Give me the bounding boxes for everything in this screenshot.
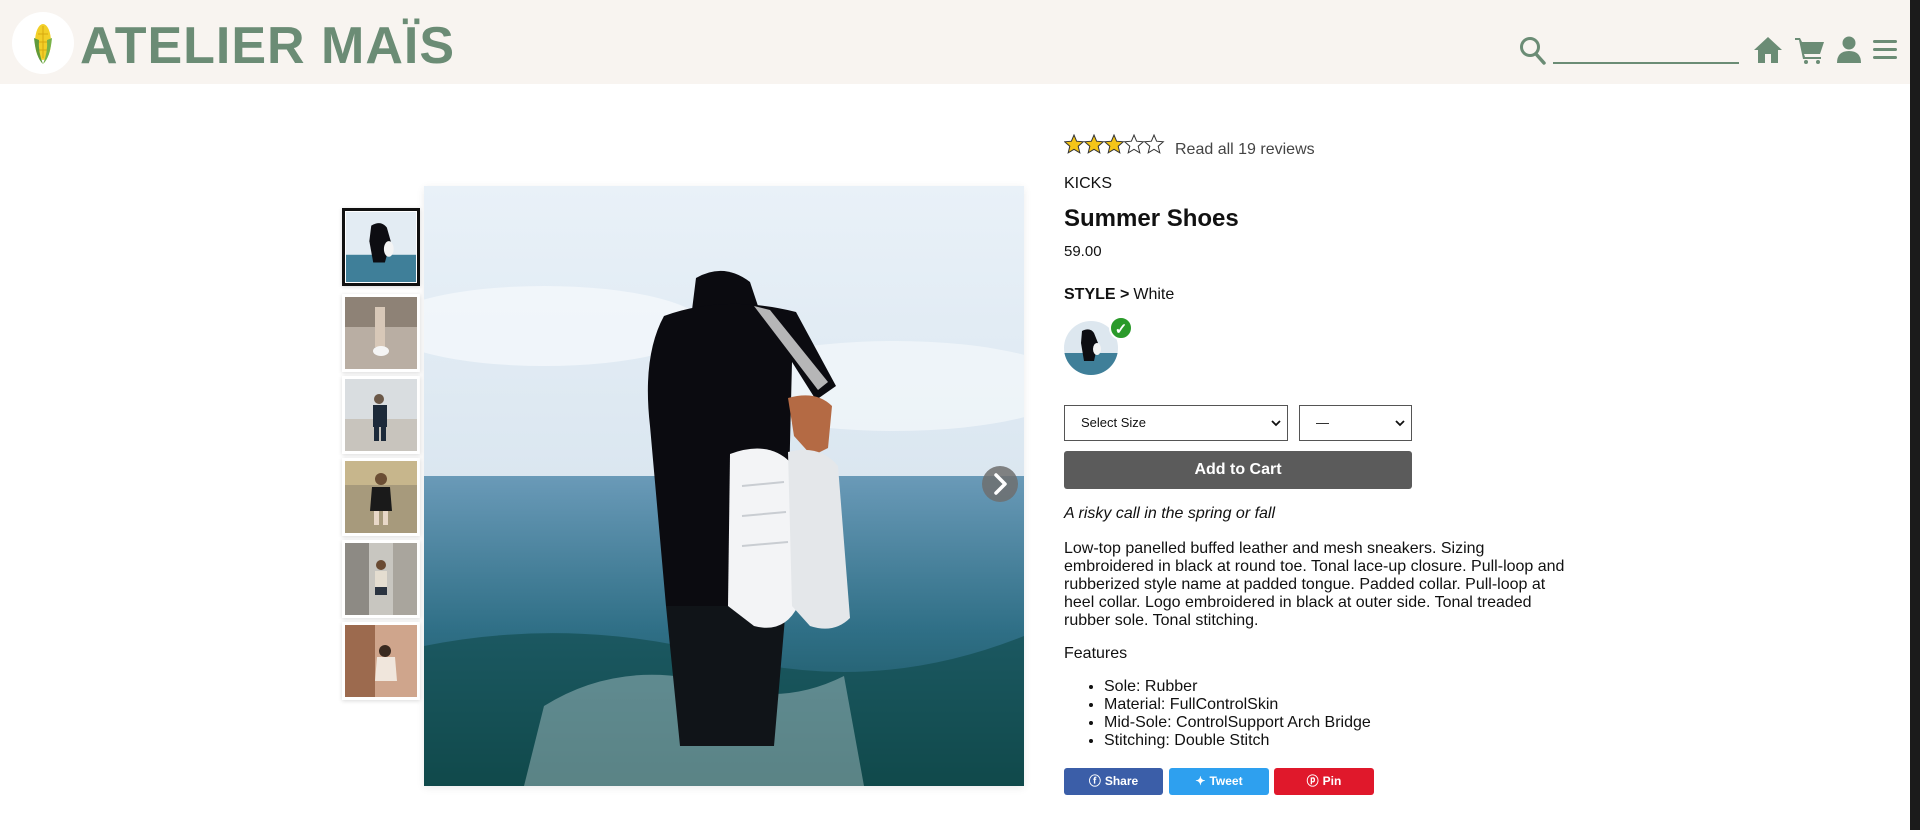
logo[interactable] xyxy=(12,12,74,74)
search-input[interactable] xyxy=(1553,36,1739,64)
reviews-link[interactable]: Read all 19 reviews xyxy=(1175,141,1315,159)
chevron-down-icon xyxy=(1271,420,1281,427)
pinterest-share-button[interactable]: ⓟ Pin xyxy=(1274,768,1374,795)
menu-icon[interactable] xyxy=(1873,36,1897,64)
features-list: Sole: Rubber Material: FullControlSkin M… xyxy=(1104,678,1371,750)
thumbnail-1[interactable] xyxy=(342,208,420,286)
product-photo xyxy=(424,186,1024,786)
rating-stars xyxy=(1064,134,1165,154)
style-line: STYLE > White xyxy=(1064,286,1174,304)
facebook-icon: ⓕ xyxy=(1088,774,1101,788)
corn-icon xyxy=(34,24,52,64)
thumbnail-image xyxy=(346,212,416,282)
cart-icon[interactable] xyxy=(1795,36,1825,64)
search-icon[interactable] xyxy=(1519,36,1547,66)
next-image-button[interactable] xyxy=(982,466,1018,502)
quantity-select-value: — xyxy=(1316,415,1329,430)
style-value: White xyxy=(1133,286,1175,303)
facebook-share-button[interactable]: ⓕ Share xyxy=(1064,768,1163,795)
window-edge xyxy=(1910,0,1920,830)
thumbnail-image xyxy=(345,625,417,697)
thumbnail-2[interactable] xyxy=(342,294,420,372)
star-icon xyxy=(1083,134,1105,154)
twitter-share-label: Tweet xyxy=(1209,774,1243,788)
thumbnail-image xyxy=(345,297,417,369)
size-select-value: Select Size xyxy=(1081,415,1147,430)
feature-item: Stitching: Double Stitch xyxy=(1104,732,1371,750)
feature-item: Mid-Sole: ControlSupport Arch Bridge xyxy=(1104,714,1371,732)
feature-item: Material: FullControlSkin xyxy=(1104,696,1371,714)
star-outline-icon xyxy=(1123,134,1145,154)
star-icon xyxy=(1103,134,1125,154)
home-icon[interactable] xyxy=(1753,36,1783,64)
chevron-right-icon xyxy=(994,473,1007,495)
features-title: Features xyxy=(1064,645,1128,662)
add-to-cart-button[interactable]: Add to Cart xyxy=(1064,451,1412,489)
pinterest-share-label: Pin xyxy=(1322,774,1342,788)
star-outline-icon xyxy=(1143,134,1165,154)
user-icon[interactable] xyxy=(1837,36,1861,64)
twitter-share-button[interactable]: ✦ Tweet xyxy=(1169,768,1269,795)
product-tagline: A risky call in the spring or fall xyxy=(1064,505,1276,522)
style-label: STYLE > xyxy=(1064,286,1130,303)
thumbnail-6[interactable] xyxy=(342,622,420,700)
main-product-image[interactable] xyxy=(424,186,1024,786)
feature-item: Sole: Rubber xyxy=(1104,678,1371,696)
site-header: ATELIER MAÏS xyxy=(0,0,1910,84)
brand-name[interactable]: ATELIER MAÏS xyxy=(80,18,455,74)
selected-check-icon: ✓ xyxy=(1109,316,1133,340)
product-brand: KICKS xyxy=(1064,175,1113,192)
product-description: Low-top panelled buffed leather and mesh… xyxy=(1064,540,1565,629)
twitter-icon: ✦ xyxy=(1195,774,1206,788)
thumbnail-5[interactable] xyxy=(342,540,420,618)
star-icon xyxy=(1064,134,1085,154)
thumbnail-image xyxy=(345,379,417,451)
product-title: Summer Shoes xyxy=(1064,205,1239,232)
quantity-select[interactable]: — xyxy=(1299,405,1412,441)
product-price: 59.00 xyxy=(1064,243,1102,260)
pinterest-icon: ⓟ xyxy=(1306,774,1319,788)
thumbnail-4[interactable] xyxy=(342,458,420,536)
facebook-share-label: Share xyxy=(1104,774,1139,788)
thumbnail-image xyxy=(345,543,417,615)
thumbnail-image xyxy=(345,461,417,533)
size-select[interactable]: Select Size xyxy=(1064,405,1288,441)
chevron-down-icon xyxy=(1395,420,1405,427)
thumbnail-3[interactable] xyxy=(342,376,420,454)
